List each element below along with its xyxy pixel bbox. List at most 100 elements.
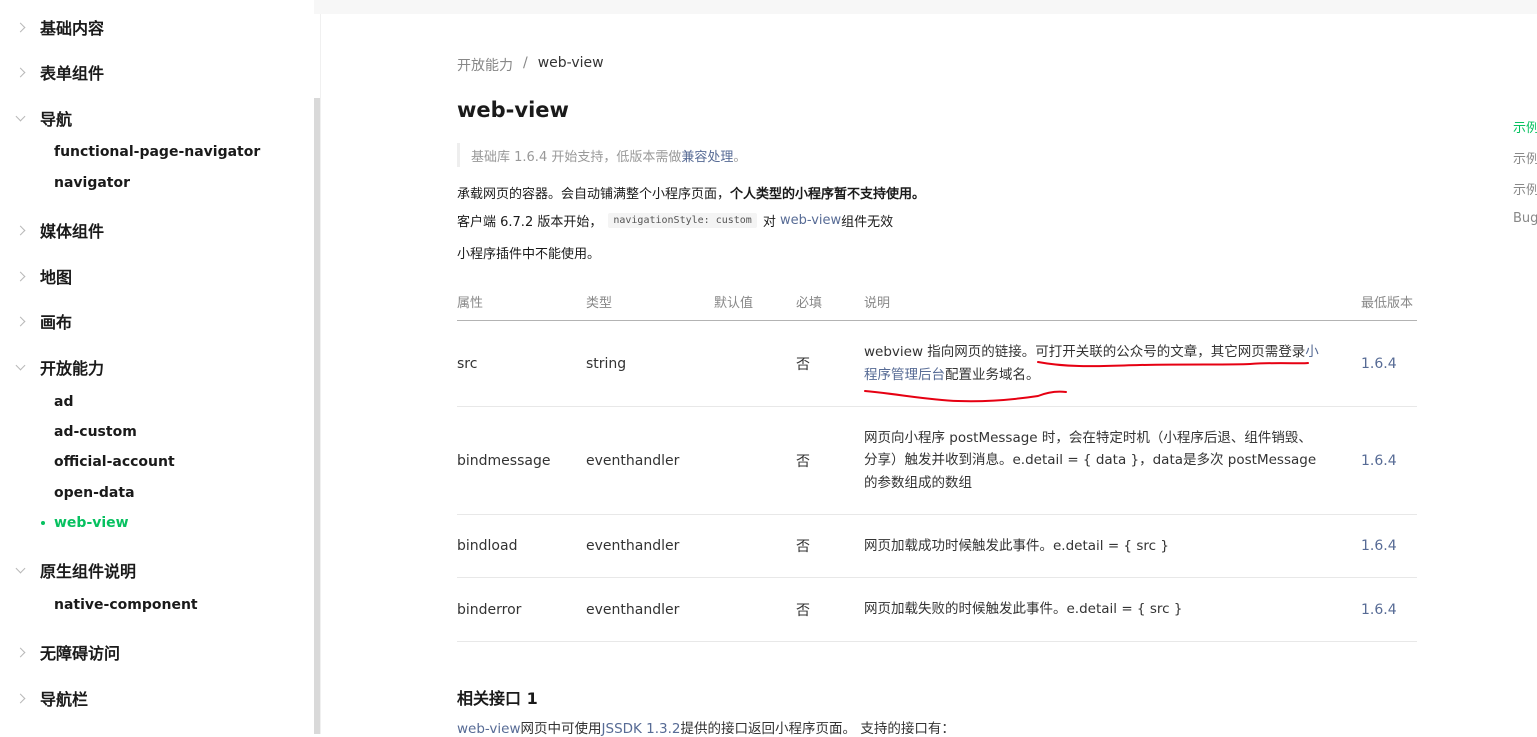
cell-version: 1.6.4 — [1361, 601, 1397, 618]
chevron-down-icon — [0, 111, 40, 121]
sidebar-group-label: 画布 — [40, 313, 73, 332]
page-title: web-view — [457, 98, 569, 122]
cell-attr: src — [457, 355, 478, 372]
table-header-version: 最低版本 — [1361, 296, 1414, 311]
sidebar-item-open-data[interactable]: open-data — [54, 483, 135, 503]
table-header-required: 必填 — [796, 296, 823, 311]
chevron-down-icon — [0, 360, 40, 370]
intro-text: 承载网页的容器。会自动铺满整个小程序页面， — [457, 187, 731, 202]
sidebar-item-ad[interactable]: ad — [54, 392, 73, 412]
table-header-default: 默认值 — [714, 296, 754, 311]
cell-type: string — [586, 355, 627, 372]
jssdk-link[interactable]: JSSDK 1.3.2 — [602, 721, 681, 737]
breadcrumb-separator: / — [523, 55, 528, 71]
sidebar-group-media[interactable]: 媒体组件 — [0, 218, 314, 242]
section-title-related-api: 相关接口 1 — [457, 689, 538, 708]
sidebar-group-label: 导航 — [40, 110, 73, 129]
related-text: 网页中可使用 — [520, 721, 602, 737]
cell-version: 1.6.4 — [1361, 452, 1397, 469]
desc-wrapper: webview 指向网页的链接。可打开关联的公众号的文章，其它网页需登录小程序管… — [864, 341, 1324, 386]
desc-text: 网页加载成功时候触发此事件。e.detail = { src } — [864, 537, 1169, 554]
chevron-right-icon — [0, 316, 40, 326]
desc-text: 网页加载失败的时候触发此事件。e.detail = { src } — [864, 601, 1183, 618]
sidebar-group-native-component[interactable]: 原生组件说明 — [0, 558, 314, 582]
version-note-text: 基础库 1.6.4 开始支持，低版本需做 — [471, 149, 682, 165]
intro-line-2: 客户端 6.7.2 版本开始， navigationStyle: custom 对… — [457, 211, 893, 230]
cell-type: eventhandler — [586, 538, 680, 554]
version-note-suffix: 。 — [733, 149, 747, 165]
active-indicator-dot — [41, 521, 45, 525]
cell-required: 否 — [796, 356, 810, 373]
sidebar-group-label: 表单组件 — [40, 64, 105, 83]
chevron-right-icon — [0, 225, 40, 235]
sidebar-group-basic-content[interactable]: 基础内容 — [0, 15, 314, 39]
cell-desc: 网页向小程序 postMessage 时，会在特定时机（小程序后退、组件销毁、分… — [864, 407, 1324, 514]
desc-text: 配置业务域名。 — [945, 366, 1040, 383]
sidebar-group-canvas[interactable]: 画布 — [0, 309, 314, 333]
toc-item-example-2[interactable]: 示例 — [1513, 148, 1537, 167]
version-note: 基础库 1.6.4 开始支持，低版本需做 兼容处理。 — [457, 143, 746, 167]
cell-attr: binderror — [457, 601, 522, 618]
chevron-right-icon — [0, 693, 40, 703]
toc-item-bug[interactable]: Bug — [1513, 211, 1537, 226]
sidebar-group-label: 原生组件说明 — [40, 562, 137, 581]
sidebar-item-web-view[interactable]: web-view — [54, 513, 129, 533]
cell-type: eventhandler — [586, 601, 680, 618]
table-row: bindmessage eventhandler 否 网页向小程序 postMe… — [457, 407, 1417, 515]
chevron-right-icon — [0, 271, 40, 281]
table-header-attr: 属性 — [457, 296, 484, 311]
table-header-desc: 说明 — [864, 296, 891, 311]
breadcrumb-parent-link[interactable]: 开放能力 — [457, 55, 513, 75]
sidebar-item-navigator[interactable]: navigator — [54, 173, 130, 193]
compat-link[interactable]: 兼容处理 — [681, 146, 733, 165]
desc-text: webview 指向网页的链接。可打开关联的公众号的文章，其它网页需登录 — [864, 344, 1306, 360]
sidebar-item-native-component[interactable]: native-component — [54, 595, 198, 615]
chevron-down-icon — [0, 563, 40, 573]
desc-text: 网页向小程序 postMessage 时，会在特定时机（小程序后退、组件销毁、分… — [864, 429, 1317, 491]
sidebar-group-open-ability[interactable]: 开放能力 — [0, 355, 314, 379]
table-row: bindload eventhandler 否 网页加载成功时候触发此事件。e.… — [457, 515, 1417, 578]
related-text: 提供的接口返回小程序页面。 支持的接口有： — [680, 721, 955, 737]
related-api-description: web-view网页中可使用JSSDK 1.3.2提供的接口返回小程序页面。 支… — [457, 717, 955, 737]
sidebar-group-label: 地图 — [40, 268, 73, 287]
sidebar-item-ad-custom[interactable]: ad-custom — [54, 422, 137, 442]
cell-type: eventhandler — [586, 452, 680, 469]
chevron-right-icon — [0, 22, 40, 32]
sidebar-group-label: 开放能力 — [40, 359, 105, 378]
sidebar-group-accessibility[interactable]: 无障碍访问 — [0, 640, 314, 664]
cell-desc: 网页加载失败的时候触发此事件。e.detail = { src } — [864, 578, 1324, 641]
cell-attr: bindload — [457, 538, 518, 554]
breadcrumb: 开放能力 / web-view — [457, 55, 604, 75]
sidebar-group-navigation[interactable]: 导航 — [0, 106, 314, 130]
table-header-type: 类型 — [586, 296, 613, 311]
sidebar-group-label: 导航栏 — [40, 690, 89, 709]
sidebar-group-label: 基础内容 — [40, 19, 105, 38]
intro-text: 组件无效 — [841, 215, 894, 230]
sidebar: 基础内容 表单组件 导航 functional-page-navigator n… — [0, 0, 314, 734]
sidebar-group-map[interactable]: 地图 — [0, 264, 314, 288]
sidebar-item-official-account[interactable]: official-account — [54, 452, 175, 472]
cell-version: 1.6.4 — [1361, 538, 1397, 554]
toc-item-example-1[interactable]: 示例 — [1513, 117, 1537, 136]
cell-required: 否 — [796, 602, 810, 619]
sidebar-item-functional-page-navigator[interactable]: functional-page-navigator — [54, 142, 260, 162]
intro-line-1: 承载网页的容器。会自动铺满整个小程序页面， 个人类型的小程序暂不支持使用。 — [457, 183, 925, 202]
intro-text: 对 — [762, 215, 776, 230]
sidebar-group-navigation-bar[interactable]: 导航栏 — [0, 686, 314, 710]
intro-line-3: 小程序插件中不能使用。 — [457, 247, 601, 262]
cell-required: 否 — [796, 539, 810, 555]
cell-attr: bindmessage — [457, 452, 551, 469]
sidebar-group-label: 无障碍访问 — [40, 644, 121, 663]
breadcrumb-current: web-view — [537, 55, 604, 71]
sidebar-group-form[interactable]: 表单组件 — [0, 60, 314, 84]
toc-item-example-3[interactable]: 示例 — [1513, 179, 1537, 198]
chevron-right-icon — [0, 647, 40, 657]
web-view-link[interactable]: web-view — [457, 721, 521, 737]
web-view-link[interactable]: web-view — [780, 213, 841, 228]
sidebar-group-label: 媒体组件 — [40, 222, 105, 241]
cell-required: 否 — [796, 453, 810, 470]
inline-code: navigationStyle: custom — [608, 213, 757, 228]
table-row: src string 否 webview 指向网页的链接。可打开关联的公众号的文… — [457, 321, 1417, 407]
cell-desc: 网页加载成功时候触发此事件。e.detail = { src } — [864, 515, 1324, 577]
chevron-right-icon — [0, 67, 40, 77]
